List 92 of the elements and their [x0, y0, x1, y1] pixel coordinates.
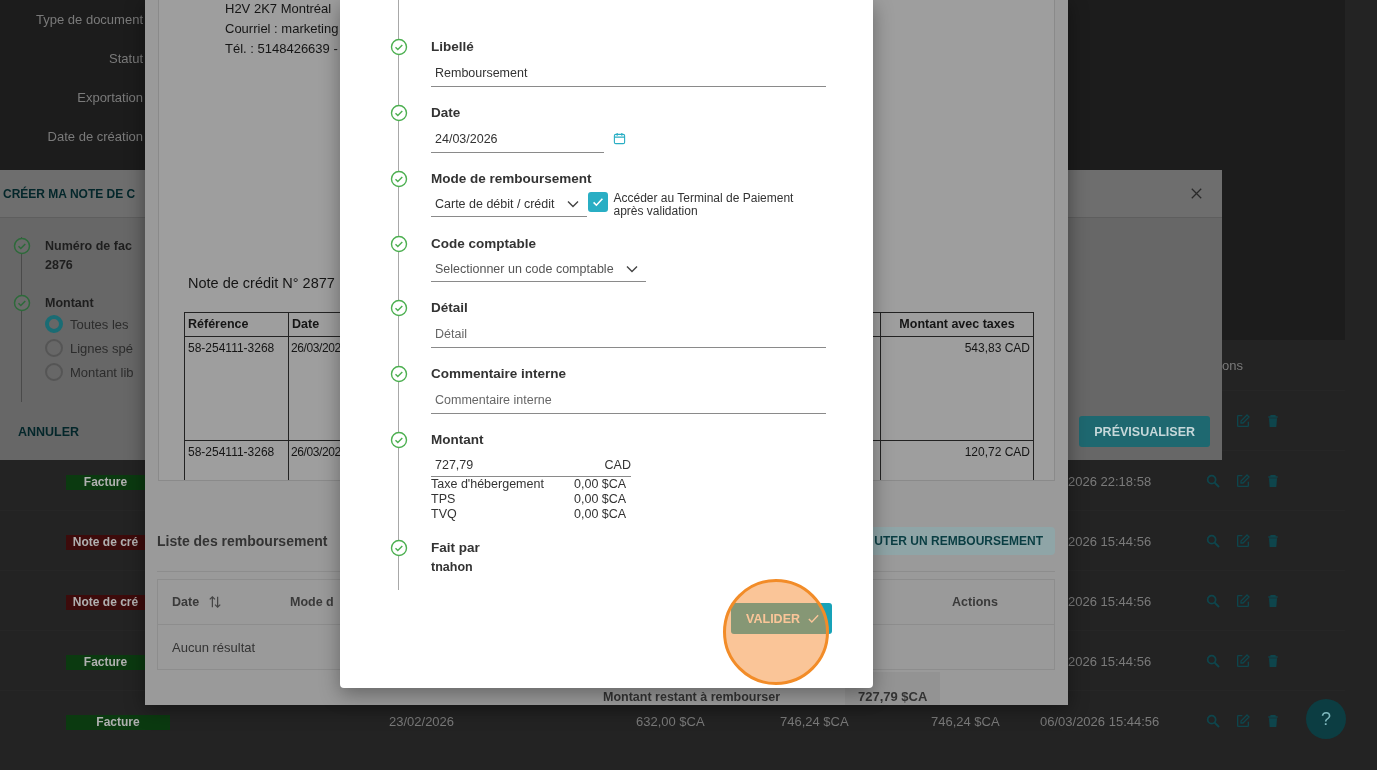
- column-header: Mode d: [290, 595, 335, 609]
- address-line: Tél. : 5148426639 -: [225, 40, 338, 58]
- column-header: Référence: [185, 313, 289, 337]
- dialog-title: CRÉER MA NOTE DE C: [3, 186, 136, 201]
- calendar-icon[interactable]: [613, 132, 626, 145]
- edit-icon[interactable]: [1235, 472, 1251, 489]
- filter-label: Type de document: [36, 11, 143, 28]
- field-value: tnahon: [431, 559, 474, 576]
- column-header[interactable]: Date: [172, 595, 200, 609]
- caret-icon: [625, 265, 638, 273]
- table-cell: 746,24 $CA: [931, 713, 1000, 729]
- field-label: Code comptable: [431, 235, 537, 253]
- trash-icon[interactable]: [1265, 712, 1281, 729]
- table-cell: 2026 22:18:58: [1068, 473, 1152, 489]
- caret-icon: [566, 200, 579, 208]
- sort-icon[interactable]: [208, 595, 223, 609]
- radio-label: Toutes les: [70, 316, 129, 332]
- field-label: Fait par: [431, 539, 480, 557]
- tax-name: TVQ: [431, 507, 458, 522]
- table-cell: 58-254111-3268: [185, 337, 289, 441]
- field-label: Libellé: [431, 38, 475, 56]
- trash-icon[interactable]: [1265, 532, 1281, 549]
- empty-message: Aucun résultat: [172, 639, 256, 655]
- trash-icon[interactable]: [1265, 472, 1281, 489]
- address-line: H2V 2K7 Montréal: [225, 0, 332, 18]
- table-cell: 746,24 $CA: [780, 713, 849, 729]
- document-type-badge: Note de cré: [66, 534, 145, 550]
- filter-label: Statut: [109, 50, 143, 67]
- step-label: Montant: [45, 295, 95, 312]
- dropdown-field[interactable]: Carte de débit / crédit: [431, 192, 587, 217]
- date-field[interactable]: 24/03/2026: [431, 126, 604, 153]
- document-type-badge: Note de cré: [66, 594, 145, 610]
- tax-name: TPS: [431, 492, 457, 507]
- edit-icon[interactable]: [1235, 652, 1251, 669]
- edit-icon[interactable]: [1235, 712, 1251, 729]
- document-type-badge: Facture: [66, 714, 170, 730]
- table-cell: 23/02/2026: [389, 713, 455, 729]
- address-line: Courriel : marketing: [225, 20, 339, 38]
- tax-amount: 0,00 $CA: [574, 477, 628, 492]
- trash-icon[interactable]: [1265, 412, 1281, 429]
- search-icon[interactable]: [1205, 712, 1221, 729]
- amount-field[interactable]: 727,79 CAD: [431, 453, 631, 477]
- remaining-label: Montant restant à rembourser: [603, 690, 782, 705]
- radio-button[interactable]: [45, 315, 63, 333]
- tax-amount: 0,00 $CA: [574, 492, 628, 507]
- search-icon[interactable]: [1205, 532, 1221, 549]
- filter-label: Exportation: [77, 89, 143, 106]
- edit-icon[interactable]: [1235, 592, 1251, 609]
- table-cell: 543,83 CAD: [881, 337, 1034, 441]
- step-label: Numéro de fac: [45, 238, 132, 255]
- field-label: Commentaire interne: [431, 365, 568, 383]
- column-header: ons: [1222, 357, 1243, 373]
- checkbox[interactable]: [587, 192, 608, 212]
- radio-label: Lignes spé: [70, 340, 133, 356]
- input-field[interactable]: Commentaire interne: [431, 387, 826, 414]
- document-title: Note de crédit N° 2877: [188, 274, 336, 293]
- table-cell: 2026 15:44:56: [1068, 593, 1152, 609]
- field-label: Montant: [431, 431, 485, 449]
- table-cell: 58-254111-3268: [185, 441, 289, 480]
- field-label: Détail: [431, 299, 469, 317]
- checkbox-label: Accéder au Terminal de Paiement après validation: [613, 192, 795, 218]
- search-icon[interactable]: [1205, 652, 1221, 669]
- help-button[interactable]: ?: [1306, 699, 1346, 739]
- check-icon: [807, 612, 820, 625]
- document-type-badge: Facture: [66, 654, 145, 670]
- column-header: Montant avec taxes: [881, 313, 1034, 337]
- search-icon[interactable]: [1205, 592, 1221, 609]
- tax-amount: 0,00 $CA: [574, 507, 628, 522]
- table-cell: 632,00 $CA: [636, 713, 705, 729]
- input-field[interactable]: Remboursement: [431, 60, 826, 87]
- column-header: Actions: [951, 595, 999, 609]
- input-field[interactable]: Détail: [431, 321, 826, 348]
- search-icon[interactable]: [1205, 472, 1221, 489]
- trash-icon[interactable]: [1265, 592, 1281, 609]
- table-cell: 2026 15:44:56: [1068, 533, 1152, 549]
- close-icon[interactable]: [1191, 188, 1202, 199]
- cancel-button[interactable]: ANNULER: [18, 424, 80, 439]
- edit-icon[interactable]: [1235, 412, 1251, 429]
- document-type-badge: Facture: [66, 474, 145, 490]
- table-cell: 2026 15:44:56: [1068, 653, 1152, 669]
- table-cell: 06/03/2026 15:44:56: [1040, 713, 1160, 729]
- radio-label: Montant lib: [70, 364, 134, 380]
- filter-label: Date de création: [47, 128, 143, 145]
- step-value: 2876: [45, 257, 74, 274]
- section-title: Liste des remboursement: [157, 533, 328, 549]
- preview-button[interactable]: PRÉVISUALISER: [1079, 416, 1210, 447]
- edit-icon[interactable]: [1235, 532, 1251, 549]
- field-label: Mode de remboursement: [431, 170, 593, 188]
- trash-icon[interactable]: [1265, 652, 1281, 669]
- field-label: Date: [431, 104, 462, 122]
- dropdown-field[interactable]: Selectionner un code comptable: [431, 257, 646, 282]
- tax-name: Taxe d'hébergement: [431, 477, 545, 492]
